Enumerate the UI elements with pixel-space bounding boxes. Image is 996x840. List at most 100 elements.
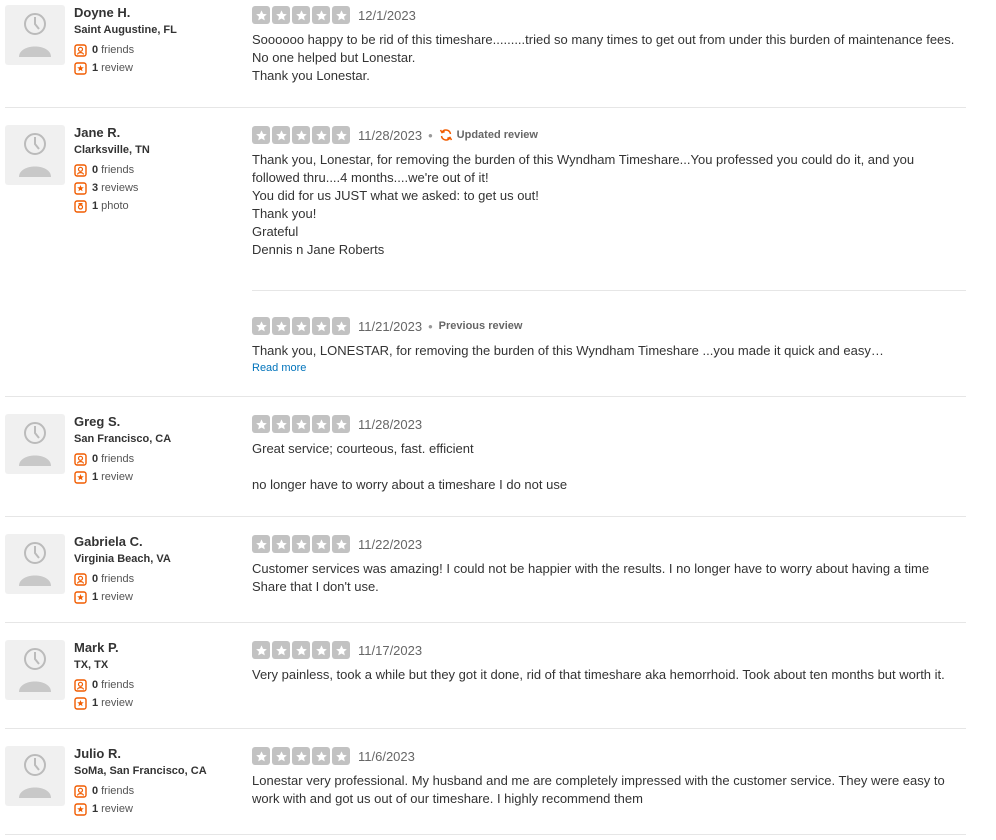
review-body: 11/28/2023 Great service; courteous, fas… — [252, 414, 962, 494]
user-name[interactable]: Jane R. — [74, 125, 249, 143]
review-text: Lonestar very professional. My husband a… — [252, 773, 945, 806]
user-location: SoMa, San Francisco, CA — [74, 765, 207, 777]
review-text: Great service; courteous, fast. efficien… — [252, 441, 568, 492]
review-body: 11/22/2023 Customer services was amazing… — [252, 534, 962, 596]
friends-count: 0 friends — [74, 41, 249, 59]
review-text: Soooooo happy to be rid of this timeshar… — [252, 32, 955, 83]
user-location: Clarksville, TN — [74, 144, 150, 156]
star-icon — [312, 317, 330, 335]
user-name[interactable]: Gabriela C. — [74, 534, 249, 552]
star-icon — [332, 747, 350, 765]
star-icon — [312, 126, 330, 144]
user-location: Virginia Beach, VA — [74, 553, 171, 565]
previous-review-tag: Previous review — [438, 320, 523, 332]
friends-icon — [74, 452, 87, 466]
user-name[interactable]: Julio R. — [74, 746, 249, 764]
star-icon — [272, 535, 290, 553]
review-body: 11/28/2023 • Updated review Thank you, L… — [252, 125, 962, 259]
reviews-count: 3 reviews — [74, 179, 249, 197]
star-icon — [332, 6, 350, 24]
friends-icon — [74, 163, 87, 177]
star-icon — [292, 6, 310, 24]
review-text: Thank you, LONESTAR, for removing the bu… — [252, 343, 884, 358]
read-more-link[interactable]: Read more — [252, 362, 966, 374]
review-body: 11/6/2023 Lonestar very professional. My… — [252, 746, 962, 808]
star-icon — [272, 317, 290, 335]
star-icon — [332, 535, 350, 553]
star-rating — [252, 126, 352, 144]
star-icon — [292, 535, 310, 553]
user-info: Gabriela C. Virginia Beach, VA 0 friends … — [74, 534, 249, 606]
friends-count: 0 friends — [74, 782, 249, 800]
friends-count: 0 friends — [74, 676, 249, 694]
reviews-count: 1 review — [74, 694, 249, 712]
separator-dot: • — [428, 127, 433, 143]
star-icon — [272, 6, 290, 24]
star-icon — [292, 126, 310, 144]
user-name[interactable]: Greg S. — [74, 414, 249, 432]
avatar[interactable] — [5, 746, 65, 806]
review-text: Very painless, took a while but they got… — [252, 667, 945, 682]
star-icon — [272, 415, 290, 433]
user-info: Jane R. Clarksville, TN 0 friends 3 review… — [74, 125, 249, 215]
review-item: Julio R. SoMa, San Francisco, CA 0 friend… — [5, 746, 966, 835]
review-item: Greg S. San Francisco, CA 0 friends 1 revi… — [5, 414, 966, 517]
friends-count: 0 friends — [74, 161, 249, 179]
star-icon — [272, 747, 290, 765]
friends-count: 0 friends — [74, 450, 249, 468]
star-icon — [332, 415, 350, 433]
star-badge-icon — [74, 590, 87, 604]
user-location: Saint Augustine, FL — [74, 24, 177, 36]
star-icon — [252, 6, 270, 24]
user-name[interactable]: Doyne H. — [74, 5, 249, 23]
review-text: Customer services was amazing! I could n… — [252, 561, 930, 594]
separator-dot: • — [428, 318, 433, 334]
user-location: TX, TX — [74, 659, 109, 671]
star-rating — [252, 317, 352, 335]
star-badge-icon — [74, 802, 87, 816]
star-icon — [272, 126, 290, 144]
star-rating — [252, 641, 352, 659]
friends-icon — [74, 784, 87, 798]
reviews-count: 1 review — [74, 59, 249, 77]
review-date: 11/21/2023 — [358, 318, 423, 334]
star-rating — [252, 6, 352, 24]
avatar[interactable] — [5, 5, 65, 65]
review-item: Mark P. TX, TX 0 friends 1 review 11/17/20… — [5, 640, 966, 729]
friends-count: 0 friends — [74, 570, 249, 588]
star-icon — [332, 317, 350, 335]
star-icon — [252, 126, 270, 144]
user-info: Greg S. San Francisco, CA 0 friends 1 revi… — [74, 414, 249, 486]
star-badge-icon — [74, 61, 87, 75]
avatar[interactable] — [5, 414, 65, 474]
review-date: 11/17/2023 — [358, 642, 423, 658]
previous-review: 11/21/2023 • Previous review Thank you, … — [252, 290, 966, 374]
review-date: 11/28/2023 — [358, 127, 423, 143]
avatar[interactable] — [5, 125, 65, 185]
star-icon — [292, 641, 310, 659]
star-badge-icon — [74, 470, 87, 484]
star-icon — [312, 747, 330, 765]
user-location: San Francisco, CA — [74, 433, 172, 445]
reviews-count: 1 review — [74, 468, 249, 486]
star-icon — [252, 641, 270, 659]
updated-review-tag: Updated review — [439, 128, 538, 142]
star-icon — [292, 747, 310, 765]
star-rating — [252, 535, 352, 553]
refresh-icon — [439, 129, 452, 141]
avatar[interactable] — [5, 640, 65, 700]
star-icon — [252, 415, 270, 433]
avatar[interactable] — [5, 534, 65, 594]
friends-icon — [74, 678, 87, 692]
user-info: Mark P. TX, TX 0 friends 1 review — [74, 640, 249, 712]
review-item: Doyne H. Saint Augustine, FL 0 friends 1r… — [5, 5, 966, 108]
star-rating — [252, 415, 352, 433]
review-body: 12/1/2023 Soooooo happy to be rid of thi… — [252, 5, 962, 85]
review-date: 11/28/2023 — [358, 416, 423, 432]
star-icon — [252, 747, 270, 765]
user-name[interactable]: Mark P. — [74, 640, 249, 658]
star-icon — [292, 415, 310, 433]
review-text: Thank you, Lonestar, for removing the bu… — [252, 152, 915, 257]
star-icon — [332, 641, 350, 659]
user-info: Doyne H. Saint Augustine, FL 0 friends 1r… — [74, 5, 249, 77]
